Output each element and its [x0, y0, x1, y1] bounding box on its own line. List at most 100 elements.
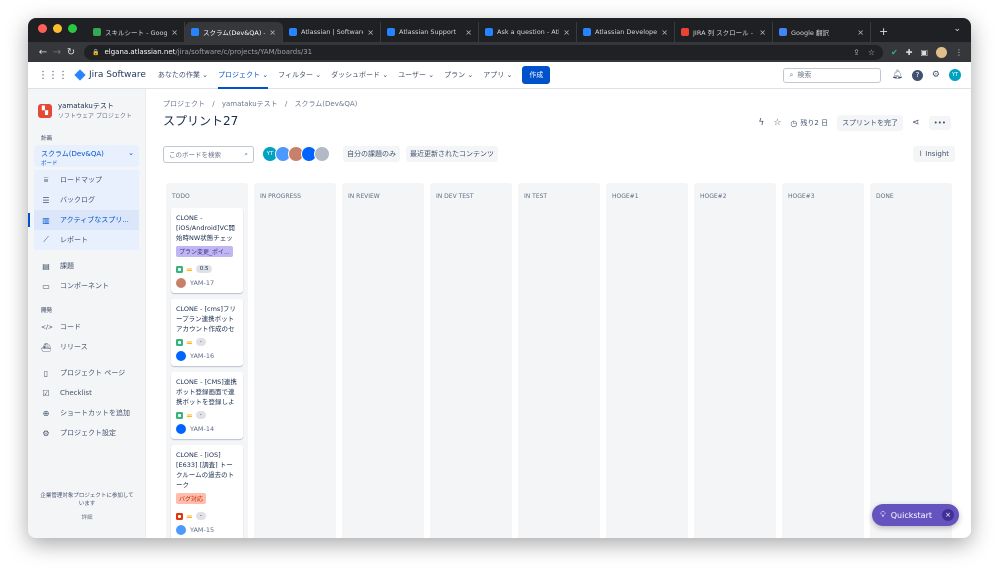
bookmark-star-icon[interactable]: ☆ — [868, 48, 875, 57]
tab-search-icon[interactable]: ⌄ — [953, 24, 961, 34]
sidebar-item[interactable]: ☰ バックログ — [34, 190, 139, 210]
sidebar-item[interactable]: ▯ プロジェクト ページ — [28, 363, 145, 383]
notifications-icon[interactable]: 🔔︎ — [891, 70, 902, 80]
url-path: /jira/software/c/projects/YAM/boards/31 — [175, 48, 313, 56]
remaining-days: 残り2 日 — [800, 119, 829, 127]
tab-close-icon[interactable]: × — [563, 28, 570, 37]
sidebar-item[interactable]: ⩸ ロードマップ — [34, 170, 139, 190]
extensions-icon[interactable]: ✚ — [906, 48, 913, 57]
global-search-input[interactable]: ⌕ 検索 — [783, 67, 882, 83]
share-icon[interactable]: ⋖ — [912, 118, 920, 128]
board-search-input[interactable]: このボードを検索 ⌕ — [163, 145, 254, 163]
back-icon[interactable]: ← — [36, 47, 50, 58]
breadcrumb-project[interactable]: yamatakuテスト — [222, 100, 278, 108]
sidebar-item[interactable]: ⊕ ショートカットを追加 — [28, 403, 145, 423]
sidebar-item[interactable]: ☑ Checklist — [28, 383, 145, 403]
sidebar-item[interactable]: ⛴ リリース — [28, 337, 145, 357]
profile-avatar-icon[interactable] — [936, 46, 947, 58]
close-window-icon[interactable] — [38, 24, 47, 33]
tab-favicon-icon — [485, 28, 493, 36]
browser-tab[interactable]: スキルシート - Google ドラ× — [87, 22, 185, 42]
tab-close-icon[interactable]: × — [171, 28, 178, 37]
tab-label: Ask a question - Atlassian — [497, 28, 559, 36]
issue-card[interactable]: CLONE - [cms]フリープラン連携ボットアカウント作成のセキュ =- YAM… — [171, 299, 243, 366]
side-panel-icon[interactable]: ▣ — [920, 48, 928, 57]
topnav-item[interactable]: プロジェクト ⌄ — [218, 62, 269, 89]
tab-strip: スキルシート - Google ドラ×スクラム(Dev&QA) - アジャ×At… — [28, 18, 971, 42]
issue-meta: = - — [176, 512, 238, 520]
topnav-item[interactable]: フィルター ⌄ — [278, 70, 321, 80]
browser-tab[interactable]: Atlassian | Software Devel× — [283, 22, 381, 42]
assignee-avatar[interactable] — [176, 278, 186, 288]
quickstart-button[interactable]: 💡︎ Quickstart × — [872, 504, 959, 526]
zoom-window-icon[interactable] — [68, 24, 77, 33]
app-switcher-icon[interactable]: ⋮⋮⋮ — [38, 70, 68, 81]
topnav-item[interactable]: ダッシュボード ⌄ — [331, 70, 388, 80]
footer-detail-link[interactable]: 詳細 — [28, 514, 146, 522]
assignee-avatar[interactable] — [314, 146, 330, 162]
minimize-window-icon[interactable] — [53, 24, 62, 33]
close-icon[interactable]: × — [942, 509, 954, 521]
topnav-item[interactable]: あなたの作業 ⌄ — [158, 70, 208, 80]
sidebar-item[interactable]: ▥ アクティブなスプリ... — [28, 210, 139, 230]
user-avatar[interactable]: YT — [949, 69, 961, 81]
browser-tab[interactable]: Google 翻訳 × — [773, 22, 871, 42]
reports-icon: ⟋ — [43, 235, 49, 244]
new-tab-icon[interactable]: + — [871, 25, 896, 42]
epic-label[interactable]: バグ対応 — [176, 493, 207, 504]
project-header[interactable]: ▚ yamatakuテスト ソフトウェア プロジェクト — [28, 89, 145, 126]
breadcrumb-board[interactable]: スクラム(Dev&QA) — [295, 100, 358, 108]
extension-checklist-icon[interactable]: ✔ — [891, 48, 898, 57]
tab-close-icon[interactable]: × — [367, 28, 374, 37]
tab-close-icon[interactable]: × — [661, 28, 668, 37]
tab-close-icon[interactable]: × — [269, 28, 276, 37]
issue-card[interactable]: CLONE - [iOS][E633] [調査] トークルームの過去のトーク バグ… — [171, 445, 243, 538]
chevron-down-icon: ⌄ — [426, 71, 435, 79]
browser-tab[interactable]: スクラム(Dev&QA) - アジャ × — [185, 22, 283, 42]
browser-menu-icon[interactable]: ⋮ — [955, 48, 963, 57]
url-field[interactable]: 🔒 elgana.atlassian.net/jira/software/c/p… — [84, 44, 884, 60]
create-button[interactable]: 作成 — [522, 66, 551, 84]
assignee-avatar[interactable] — [176, 525, 186, 535]
settings-gear-icon[interactable]: ⚙ — [932, 70, 940, 80]
star-icon[interactable]: ☆ — [773, 118, 781, 128]
reload-icon[interactable]: ↻ — [64, 47, 78, 58]
complete-sprint-button[interactable]: スプリントを完了 — [837, 115, 904, 131]
sidebar-item[interactable]: ▭ コンポーネント — [28, 276, 145, 296]
topnav-item[interactable]: プラン ⌄ — [444, 70, 473, 80]
sidebar-item[interactable]: ⚙ プロジェクト設定 — [28, 423, 145, 443]
breadcrumb-projects[interactable]: プロジェクト — [163, 100, 205, 108]
epic-label[interactable]: プラン変更_ポイ... — [176, 246, 233, 257]
sidebar-item[interactable]: </> コード — [28, 317, 145, 337]
backlog-icon: ☰ — [42, 195, 50, 205]
browser-tab[interactable]: JIRA 列 スクロール - Googl × — [675, 22, 773, 42]
recently-updated-button[interactable]: 最近更新されたコンテンツ — [406, 146, 498, 162]
topnav-item[interactable]: ユーザー ⌄ — [398, 70, 434, 80]
jira-logo[interactable]: Jira Software — [74, 69, 146, 81]
more-actions-button[interactable]: ••• — [928, 116, 951, 130]
assignee-avatar[interactable] — [176, 424, 186, 434]
lightning-icon[interactable]: ϟ — [758, 118, 764, 128]
tab-close-icon[interactable]: × — [759, 28, 766, 37]
issue-key: YAM-15 — [190, 526, 215, 534]
sidebar-item[interactable]: ⟋ レポート — [34, 230, 139, 250]
help-icon[interactable]: ? — [911, 69, 923, 81]
topnav-item[interactable]: アプリ ⌄ — [483, 70, 512, 80]
issue-card[interactable]: CLONE - [CMS]連携ボット登録画面で連携ボットを登録しよ = - YAM-1… — [171, 372, 243, 439]
board-selector[interactable]: スクラム(Dev&QA) ⌄ ボード — [34, 145, 139, 167]
tab-close-icon[interactable]: × — [857, 28, 864, 37]
browser-tab[interactable]: Ask a question - Atlassian × — [479, 22, 577, 42]
forward-icon[interactable]: → — [50, 47, 64, 58]
insight-button[interactable]: ⌇ Insight — [912, 146, 955, 162]
assignee-avatar[interactable] — [176, 351, 186, 361]
share-page-icon[interactable]: ⇪ — [853, 48, 860, 57]
column-header: TODO — [172, 193, 190, 200]
search-icon: ⌕ — [244, 149, 248, 158]
sidebar-item[interactable]: ▤ 課題 — [28, 256, 145, 276]
tab-close-icon[interactable]: × — [465, 28, 472, 37]
issue-card[interactable]: CLONE - [iOS/Android]VC開始時NW状態チェック処プラン変更… — [171, 208, 243, 293]
sidebar-footer: 企業管理対象プロジェクトに参加しています 詳細 — [28, 492, 146, 522]
browser-tab[interactable]: Atlassian Developer × — [577, 22, 675, 42]
browser-tab[interactable]: Atlassian Support × — [381, 22, 479, 42]
only-my-issues-button[interactable]: 自分の課題のみ — [343, 146, 400, 162]
